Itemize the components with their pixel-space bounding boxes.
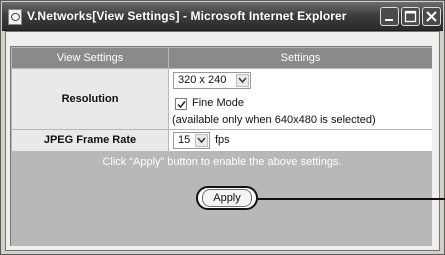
minimize-button[interactable] [380,7,399,26]
frame-rate-settings-cell: 15 fps [169,130,432,151]
fine-mode-checkbox[interactable] [175,98,187,110]
resolution-select[interactable]: 320 x 240 [173,72,251,89]
resolution-settings-cell: 320 x 240 Fine Mode (available only when… [169,69,432,129]
apply-instruction: Click “Apply” button to enable the above… [102,156,342,168]
window-title: V.Networks[View Settings] - Microsoft In… [27,9,347,23]
browser-window: V.Networks[View Settings] - Microsoft In… [0,0,445,255]
maximize-button[interactable] [401,7,420,26]
ie-page-icon [8,9,22,25]
chevron-down-icon [195,134,208,147]
frame-rate-select[interactable]: 15 [173,132,210,149]
maximize-icon [404,10,417,23]
minimize-icon [385,19,393,21]
checkmark-icon [177,101,186,109]
fine-mode-note: (available only when 640x480 is selected… [172,114,376,126]
resolution-select-value: 320 x 240 [178,74,227,86]
page-content: View Settings Settings Resolution 320 x … [5,31,440,251]
close-icon [426,11,437,22]
fps-unit-label: fps [215,134,230,146]
fine-mode-label: Fine Mode [192,97,244,109]
apply-button[interactable]: Apply [202,189,252,207]
column-header-settings: Settings [169,48,432,68]
frame-rate-select-value: 15 [178,134,191,146]
resolution-label: Resolution [12,69,168,129]
title-bar: V.Networks[View Settings] - Microsoft In… [2,2,443,31]
close-button[interactable] [422,7,441,26]
column-header-view-settings: View Settings [12,48,168,68]
chevron-down-icon [236,74,249,87]
callout-line [258,198,445,200]
jpeg-frame-rate-label: JPEG Frame Rate [12,130,168,151]
settings-table: View Settings Settings Resolution 320 x … [10,46,432,246]
